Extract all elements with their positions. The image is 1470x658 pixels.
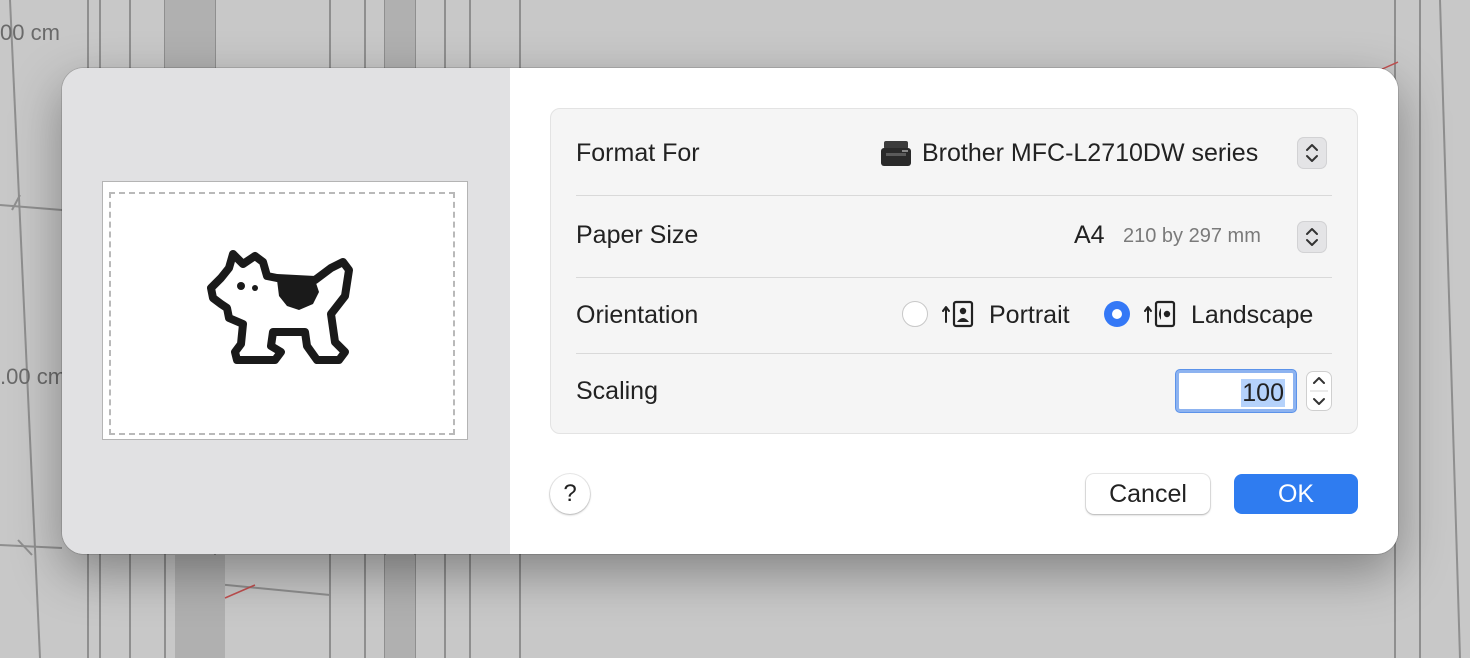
- landscape-radio[interactable]: [1104, 301, 1130, 327]
- dogcow-icon: [207, 250, 353, 364]
- cancel-button[interactable]: Cancel: [1086, 474, 1210, 514]
- updown-chevron-icon: [1310, 377, 1328, 405]
- orientation-row: Orientation Portrait Landscape: [576, 277, 1332, 354]
- format-for-popup-arrows[interactable]: [1297, 137, 1327, 169]
- paper-size-label: Paper Size: [576, 221, 699, 249]
- scaling-input[interactable]: 100: [1176, 370, 1296, 412]
- background-dimension-label: 00 cm: [0, 20, 60, 45]
- format-for-popup[interactable]: Brother MFC-L2710DW series: [922, 139, 1258, 168]
- updown-chevron-icon: [1306, 228, 1318, 246]
- settings-pane: Format For Brother MFC-L2710DW series Pa…: [510, 68, 1398, 554]
- preview-pane: [62, 68, 510, 554]
- page-setup-dialog: Format For Brother MFC-L2710DW series Pa…: [62, 68, 1398, 554]
- updown-chevron-icon: [1306, 144, 1318, 162]
- orientation-label: Orientation: [576, 301, 699, 329]
- paper-size-popup-arrows[interactable]: [1297, 221, 1327, 253]
- landscape-label[interactable]: Landscape: [1191, 301, 1313, 330]
- landscape-orientation-icon: [1144, 300, 1176, 328]
- format-for-label: Format For: [576, 139, 700, 167]
- background-dimension-label: .00 cm: [0, 364, 67, 389]
- scaling-label: Scaling: [576, 377, 658, 405]
- paper-size-row: Paper Size A4 210 by 297 mm: [576, 195, 1332, 278]
- paper-size-dimensions: 210 by 297 mm: [1123, 225, 1261, 247]
- scaling-row: Scaling 100: [576, 353, 1332, 433]
- paper-size-popup[interactable]: A4: [1074, 221, 1105, 250]
- paper-preview: [102, 181, 468, 440]
- scaling-value: 100: [1241, 379, 1285, 407]
- format-for-row: Format For Brother MFC-L2710DW series: [576, 109, 1332, 196]
- portrait-label[interactable]: Portrait: [989, 301, 1070, 330]
- scaling-stepper[interactable]: [1306, 371, 1332, 411]
- portrait-radio[interactable]: [902, 301, 928, 327]
- portrait-orientation-icon: [942, 300, 974, 328]
- help-button[interactable]: ?: [550, 474, 590, 514]
- ok-button[interactable]: OK: [1234, 474, 1358, 514]
- printer-icon: [881, 141, 911, 166]
- settings-group: Format For Brother MFC-L2710DW series Pa…: [550, 108, 1358, 434]
